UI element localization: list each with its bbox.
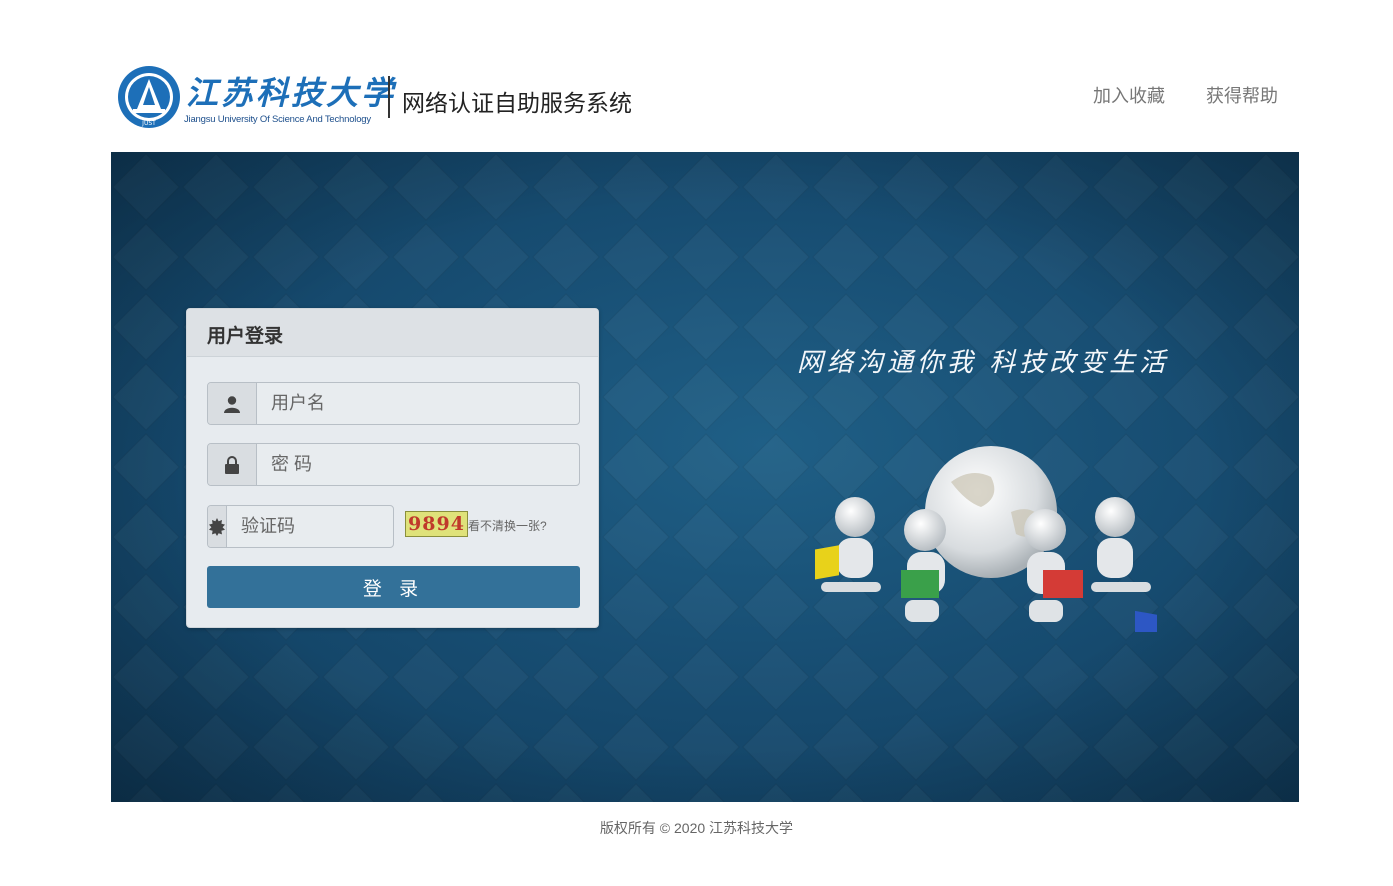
- captcha-image[interactable]: 9894: [405, 511, 468, 537]
- logo-divider: [388, 76, 390, 118]
- page-header: JUST 江苏科技大学 Jiangsu University Of Scienc…: [0, 0, 1393, 152]
- password-field-group: [207, 443, 580, 486]
- username-input[interactable]: [257, 383, 579, 424]
- university-name-en: Jiangsu University Of Science And Techno…: [184, 114, 371, 125]
- system-title: 网络认证自助服务系统: [402, 90, 632, 116]
- login-panel-header: 用户登录: [187, 309, 598, 357]
- login-title: 用户登录: [207, 326, 284, 347]
- login-banner: 用户登录 9894 看不清换一张? 登 录 网络沟通你我 科技改变生活: [111, 152, 1299, 802]
- login-panel: 用户登录 9894 看不清换一张? 登 录: [186, 308, 599, 628]
- user-icon: [208, 383, 257, 424]
- gear-icon: [208, 506, 227, 547]
- password-input[interactable]: [257, 444, 579, 485]
- banner-slogan: 网络沟通你我 科技改变生活: [797, 348, 1170, 378]
- username-field-group: [207, 382, 580, 425]
- get-help-link[interactable]: 获得帮助: [1206, 82, 1278, 108]
- footer-copyright: 版权所有 © 2020 江苏科技大学: [599, 820, 794, 836]
- captcha-refresh-link[interactable]: 看不清换一张?: [468, 517, 547, 534]
- university-emblem-icon: JUST: [118, 66, 180, 128]
- university-name-cn: 江苏科技大学: [186, 74, 397, 112]
- lock-icon: [208, 444, 257, 485]
- svg-text:JUST: JUST: [141, 120, 156, 127]
- add-favorite-link[interactable]: 加入收藏: [1093, 82, 1165, 108]
- network-people-illustration: [815, 446, 1157, 632]
- login-button[interactable]: 登 录: [207, 566, 580, 608]
- captcha-field-group: [207, 505, 473, 548]
